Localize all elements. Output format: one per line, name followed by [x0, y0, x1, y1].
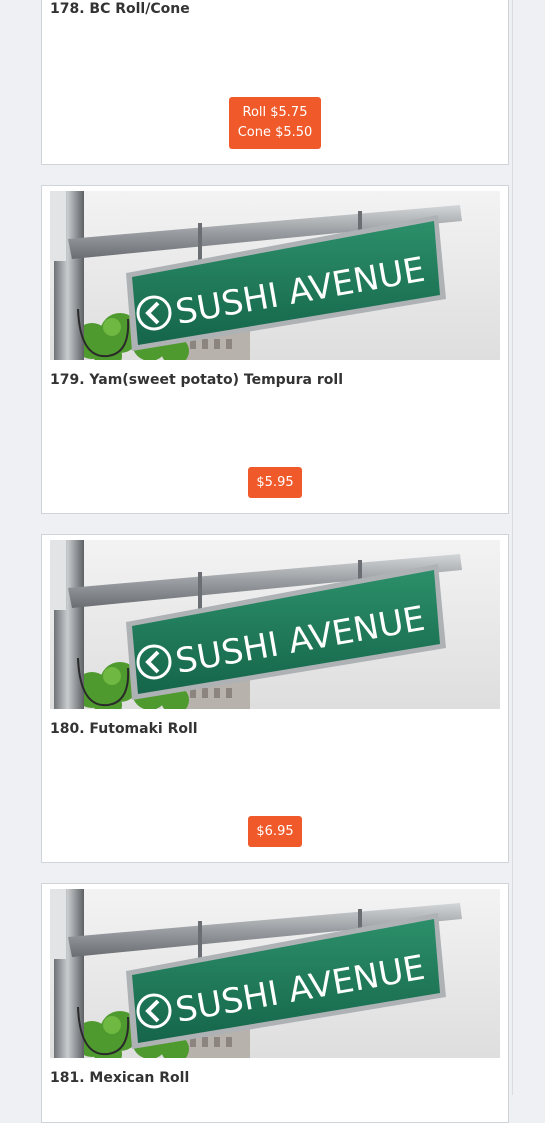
menu-item-card: 180. Futomaki Roll $6.95: [41, 534, 509, 863]
price-label: $5.95: [256, 475, 294, 490]
sushi-avenue-sign-image: [50, 191, 500, 360]
price-button[interactable]: $5.95: [248, 467, 302, 498]
price-button[interactable]: $6.95: [248, 816, 302, 847]
menu-item-title: 178. BC Roll/Cone: [50, 1, 190, 17]
sushi-avenue-sign-image: [50, 889, 500, 1058]
menu-item-card: 178. BC Roll/Cone Roll $5.75 Cone $5.50: [41, 0, 509, 165]
menu-item-card: 181. Mexican Roll: [41, 883, 509, 1123]
sushi-avenue-sign-image: [50, 540, 500, 709]
menu-item-title: 179. Yam(sweet potato) Tempura roll: [50, 372, 343, 388]
price-button[interactable]: Roll $5.75 Cone $5.50: [229, 97, 321, 149]
price-label: $6.95: [256, 824, 294, 839]
menu-item-title: 180. Futomaki Roll: [50, 721, 198, 737]
menu-item-title: 181. Mexican Roll: [50, 1070, 190, 1086]
price-roll: Roll $5.75: [242, 105, 308, 120]
menu-item-card: 179. Yam(sweet potato) Tempura roll $5.9…: [41, 185, 509, 514]
price-cone: Cone $5.50: [237, 125, 313, 140]
scrollbar[interactable]: [512, 0, 545, 1095]
